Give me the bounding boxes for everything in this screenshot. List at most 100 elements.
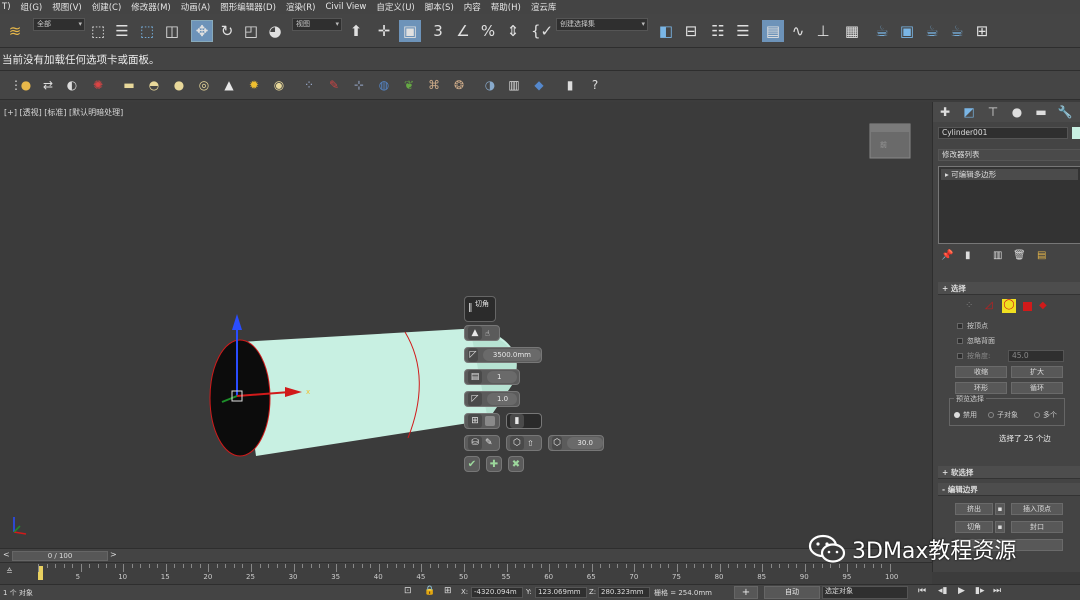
- isolate-icon[interactable]: ⊡: [404, 586, 412, 596]
- percent-snap-icon[interactable]: %: [478, 20, 498, 42]
- snaps-toggle-icon[interactable]: 3: [428, 20, 448, 42]
- chamfer-end-bias-button[interactable]: ⊞: [464, 413, 500, 429]
- key-filter-dropdown[interactable]: 选定对象: [822, 586, 908, 599]
- render-iterative-icon[interactable]: ☕: [947, 20, 967, 42]
- chamfer-smooth-button[interactable]: ⛁ ✎: [464, 435, 500, 451]
- material-editor-icon[interactable]: ▦: [842, 20, 862, 42]
- menu-item-views[interactable]: 视图(V): [50, 1, 89, 13]
- edge-mode-icon[interactable]: ◿: [985, 300, 997, 312]
- by-vertex-checkbox[interactable]: [957, 323, 963, 329]
- scatter-icon[interactable]: ⊹: [351, 77, 367, 93]
- select-manipulate-icon[interactable]: ✛: [374, 20, 394, 42]
- menu-item-graph-editors[interactable]: 图形编辑器(D): [218, 1, 284, 13]
- chamfer-amount-field[interactable]: ◸ 3500.0mm: [464, 347, 542, 363]
- go-to-start-icon[interactable]: ⏮: [918, 586, 926, 596]
- angle-field[interactable]: 45.0: [1008, 350, 1064, 362]
- prev-frame-icon[interactable]: <: [3, 550, 10, 559]
- sun-light-icon[interactable]: ✹: [246, 77, 262, 93]
- set-key-icon[interactable]: +: [734, 586, 758, 599]
- grass-icon[interactable]: ⌘: [426, 77, 442, 93]
- cone-object-icon[interactable]: ▲: [221, 77, 237, 93]
- edit-named-selection-icon[interactable]: {✓: [531, 20, 553, 42]
- chamfer-type-button[interactable]: ▲ ☝: [464, 325, 500, 341]
- absolute-mode-icon[interactable]: ⊞: [444, 586, 452, 596]
- auto-key-button[interactable]: 自动: [764, 586, 820, 599]
- link-icon[interactable]: ≋: [4, 20, 26, 42]
- menu-item-scripting[interactable]: 脚本(S): [423, 1, 462, 13]
- explorer-icon[interactable]: ⇄: [40, 77, 56, 93]
- chamfer-segments-field[interactable]: ▤ 1: [464, 369, 520, 385]
- track-bar[interactable]: ≙ 5 10 15 20 25 30 35 40 45 50 55 60 65 70 75 80 85 90 95 1…: [0, 562, 932, 584]
- plant-icon[interactable]: ❦: [401, 77, 417, 93]
- rendered-frame-window-icon[interactable]: ▣: [897, 20, 917, 42]
- select-scale-icon[interactable]: ◰: [241, 20, 261, 42]
- menu-item-modifiers[interactable]: 修改器(M): [129, 1, 178, 13]
- viewport-layout-icon[interactable]: ▥: [506, 77, 522, 93]
- lock-selection-icon[interactable]: 🔒: [424, 586, 435, 596]
- wrap-icon[interactable]: ◐: [64, 77, 80, 93]
- select-move-icon[interactable]: ✥: [191, 20, 213, 42]
- torus-object-icon[interactable]: ◎: [196, 77, 212, 93]
- schematic-view-icon[interactable]: ⊥: [813, 20, 833, 42]
- utilities-tab-icon[interactable]: 🔧: [1053, 105, 1077, 119]
- border-mode-icon[interactable]: ◯: [1002, 299, 1016, 313]
- remove-modifier-icon[interactable]: 🗑: [1013, 250, 1026, 261]
- plane-object-icon[interactable]: ▬: [121, 77, 137, 93]
- object-name-field[interactable]: Cylinder001: [938, 127, 1068, 139]
- hierarchy-tab-icon[interactable]: ⊤: [981, 105, 1005, 119]
- container-open-icon[interactable]: ●: [18, 77, 34, 93]
- menu-item-render-cloud[interactable]: 渲云库: [529, 1, 565, 13]
- display-tab-icon[interactable]: ▬: [1029, 105, 1053, 119]
- camera-icon[interactable]: ✺: [90, 77, 106, 93]
- y-coordinate-field[interactable]: 123.069mm: [535, 587, 587, 598]
- shrink-button[interactable]: 收缩: [955, 366, 1007, 378]
- mirror-icon[interactable]: ◧: [656, 20, 676, 42]
- smooth-threshold-value[interactable]: 30.0: [567, 437, 603, 449]
- ignore-backfacing-checkbox[interactable]: [957, 338, 963, 344]
- render-setup-icon[interactable]: ☕: [872, 20, 892, 42]
- align-icon[interactable]: ⊟: [681, 20, 701, 42]
- toggle-ribbon-icon[interactable]: ▤: [762, 20, 784, 42]
- curve-editor-icon[interactable]: ∿: [788, 20, 808, 42]
- modify-tab-icon[interactable]: ◩: [957, 105, 981, 119]
- viewcube[interactable]: 前: [869, 123, 911, 159]
- perspective-viewport[interactable]: [+] [透视] [标准] [默认明暗处理] 前 x 切角 ‖ ▲ ☝ ◸ 35…: [0, 102, 932, 548]
- make-unique-icon[interactable]: ▥: [993, 250, 1002, 261]
- keyboard-shortcut-override-icon[interactable]: ▣: [399, 20, 421, 42]
- object-color-swatch[interactable]: [1072, 127, 1080, 139]
- chamfer-segments-value[interactable]: 1: [487, 371, 517, 383]
- by-angle-checkbox[interactable]: [957, 353, 963, 359]
- chamfer-button[interactable]: 切角: [955, 521, 993, 533]
- reference-coordinate-dropdown[interactable]: 视图: [292, 18, 342, 31]
- configure-sets-icon[interactable]: ▤: [1037, 250, 1046, 261]
- menu-item-help[interactable]: 帮助(H): [489, 1, 529, 13]
- menu-item-tools[interactable]: T): [0, 2, 19, 12]
- caddy-cancel-icon[interactable]: ✖: [508, 456, 524, 472]
- pin-stack-icon[interactable]: 📌: [941, 250, 953, 261]
- texture-icon[interactable]: ❂: [451, 77, 467, 93]
- preview-subobject-radio[interactable]: [988, 412, 994, 418]
- disc-object-icon[interactable]: ◉: [271, 77, 287, 93]
- loop-button[interactable]: 循环: [1011, 382, 1063, 394]
- select-by-name-icon[interactable]: ☰: [112, 20, 132, 42]
- globe-icon[interactable]: ◍: [376, 77, 392, 93]
- caddy-apply-icon[interactable]: ✚: [486, 456, 502, 472]
- stack-item-editable-poly[interactable]: ▸ 可编辑多边形: [941, 169, 1078, 180]
- polygon-mode-icon[interactable]: [1023, 302, 1032, 311]
- select-object-icon[interactable]: ⬚: [88, 20, 108, 42]
- play-icon[interactable]: ▶: [958, 586, 965, 596]
- mesh-icon[interactable]: ◆: [531, 77, 547, 93]
- select-rotate-icon[interactable]: ↻: [217, 20, 237, 42]
- motion-tab-icon[interactable]: ●: [1005, 105, 1029, 119]
- rect-select-region-icon[interactable]: ⬚: [137, 20, 157, 42]
- chamfer-smooth-threshold-field[interactable]: ⬡ 30.0: [548, 435, 604, 451]
- window-crossing-icon[interactable]: ◫: [162, 20, 182, 42]
- previous-frame-icon[interactable]: ◂▮: [938, 586, 947, 596]
- insert-vertex-button[interactable]: 插入顶点: [1011, 503, 1063, 515]
- extrude-settings-button[interactable]: ▪: [995, 503, 1005, 515]
- chamfer-amount-value[interactable]: 3500.0mm: [482, 349, 541, 361]
- scene-explorer-icon[interactable]: ☷: [708, 20, 728, 42]
- layer-explorer-icon[interactable]: ☰: [733, 20, 753, 42]
- next-frame-icon[interactable]: >: [110, 550, 117, 559]
- show-end-result-icon[interactable]: ▮: [965, 250, 971, 261]
